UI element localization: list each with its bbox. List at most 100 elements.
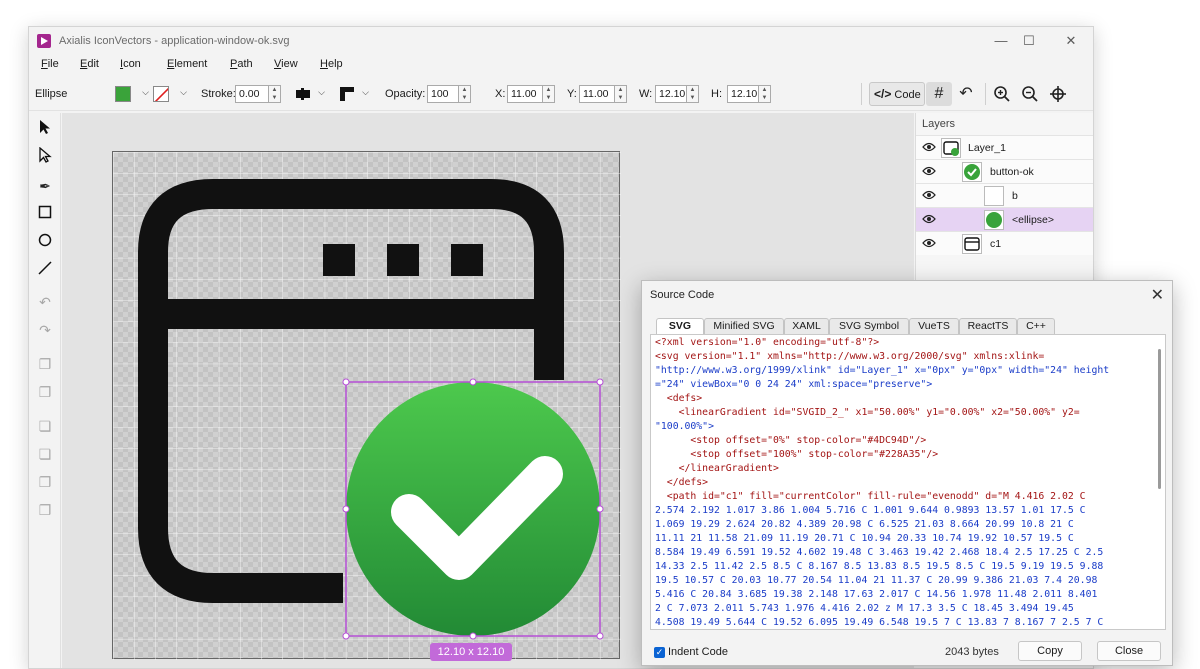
snap-magnet-icon[interactable]: ↶ bbox=[953, 82, 979, 106]
layer-row-ellipse[interactable]: <ellipse> bbox=[916, 207, 1093, 231]
dialog-close-icon[interactable]: ✕ bbox=[1151, 285, 1164, 305]
code-view-button[interactable]: </> Code bbox=[869, 82, 925, 106]
zoom-in-glyph bbox=[994, 86, 1010, 102]
undo-icon[interactable]: ↶ bbox=[34, 291, 56, 313]
properties-toolbar: Ellipse ⌵ ⌵ Stroke: 0.00 ▲ ▼ ⌵ ⌵ Opacity:… bbox=[29, 77, 1093, 111]
ok-badge-icon bbox=[346, 382, 600, 636]
line-join-dropdown[interactable]: ⌵ bbox=[337, 85, 371, 103]
zoom-in-icon[interactable] bbox=[989, 82, 1015, 106]
check-circle-icon bbox=[962, 162, 982, 182]
indent-code-checkbox[interactable]: ✓ bbox=[654, 647, 665, 658]
code-line: 2 C 7.073 2.011 5.743 1.976 4.416 2.02 z… bbox=[655, 603, 1074, 614]
layer-row-b[interactable]: b bbox=[916, 183, 1093, 207]
tab-vuets[interactable]: VueTS bbox=[909, 318, 959, 334]
bring-front-icon[interactable]: ❐ bbox=[34, 353, 56, 375]
code-icon: </> bbox=[874, 87, 892, 101]
height-spinner[interactable]: ▲ ▼ bbox=[759, 85, 771, 103]
layer-name: Layer_1 bbox=[968, 142, 1006, 154]
code-line: "http://www.w3.org/1999/xlink" id="Layer… bbox=[655, 365, 1110, 376]
y-spinner[interactable]: ▲ ▼ bbox=[615, 85, 627, 103]
code-editor[interactable]: <?xml version="1.0" encoding="utf-8"?> <… bbox=[650, 334, 1166, 630]
code-scrollbar[interactable] bbox=[1158, 349, 1161, 489]
ellipse-tool-icon[interactable] bbox=[34, 231, 56, 253]
width-spinner[interactable]: ▲ ▼ bbox=[687, 85, 699, 103]
subtract-icon[interactable]: ❐ bbox=[34, 499, 56, 521]
menu-help[interactable]: Help bbox=[320, 58, 343, 70]
redo-icon[interactable]: ↷ bbox=[34, 319, 56, 341]
menu-edit[interactable]: Edit bbox=[80, 58, 99, 70]
send-back-icon[interactable]: ❐ bbox=[34, 381, 56, 403]
arrow-outline-glyph bbox=[39, 146, 52, 163]
layer-name: <ellipse> bbox=[1012, 214, 1055, 226]
stroke-color-button[interactable]: ⌵ bbox=[153, 85, 189, 103]
layer-row-button-ok[interactable]: button-ok bbox=[916, 159, 1093, 183]
height-label: H: bbox=[711, 88, 722, 100]
code-line: <path id="c1" fill="currentColor" fill-r… bbox=[655, 491, 1086, 502]
eye-icon[interactable] bbox=[922, 141, 936, 153]
copy-button[interactable]: Copy bbox=[1018, 641, 1082, 661]
tab-xaml[interactable]: XAML bbox=[784, 318, 829, 334]
layer-icon bbox=[941, 138, 961, 158]
eye-icon[interactable] bbox=[922, 237, 936, 249]
window-icon bbox=[962, 234, 982, 254]
close-button[interactable]: Close bbox=[1097, 641, 1161, 661]
opacity-input[interactable]: 100 bbox=[427, 85, 459, 103]
code-line: <stop offset="0%" stop-color="#4DC94D"/> bbox=[655, 435, 927, 446]
menu-path[interactable]: Path bbox=[230, 58, 253, 70]
y-input[interactable]: 11.00 bbox=[579, 85, 615, 103]
fill-color-button[interactable]: ⌵ bbox=[115, 85, 151, 103]
eye-icon[interactable] bbox=[922, 213, 936, 225]
app-logo-icon bbox=[37, 34, 51, 48]
ungroup-icon[interactable]: ❏ bbox=[34, 443, 56, 465]
zoom-out-icon[interactable] bbox=[1017, 82, 1043, 106]
line-glyph bbox=[38, 261, 52, 275]
line-cap-icon bbox=[296, 88, 310, 100]
tab-svg[interactable]: SVG bbox=[656, 318, 704, 335]
group-icon[interactable]: ❏ bbox=[34, 415, 56, 437]
opacity-spinner[interactable]: ▲ ▼ bbox=[459, 85, 471, 103]
indent-code-label: Indent Code bbox=[668, 646, 728, 658]
direct-select-tool-icon[interactable] bbox=[34, 146, 56, 169]
ellipse-thumb-glyph bbox=[986, 212, 1002, 228]
no-stroke-icon bbox=[153, 86, 169, 102]
fill-color-swatch bbox=[115, 86, 131, 102]
union-icon[interactable]: ❐ bbox=[34, 471, 56, 493]
chevron-down-icon: ⌵ bbox=[318, 87, 325, 97]
close-window-button[interactable]: ✕ bbox=[1061, 31, 1081, 51]
menu-element[interactable]: Element bbox=[167, 58, 207, 70]
tab-minified-svg[interactable]: Minified SVG bbox=[704, 318, 784, 334]
code-line: 14.33 2.5 11.42 2.5 8.5 C 8.167 8.5 13.8… bbox=[655, 561, 1104, 572]
line-cap-dropdown[interactable]: ⌵ bbox=[293, 85, 327, 103]
stroke-width-input[interactable]: 0.00 bbox=[235, 85, 269, 103]
arrow-filled-glyph bbox=[40, 120, 50, 134]
x-input[interactable]: 11.00 bbox=[507, 85, 543, 103]
ellipse-glyph bbox=[38, 233, 52, 247]
pen-tool-icon[interactable]: ✒ bbox=[34, 175, 56, 197]
rectangle-tool-icon[interactable] bbox=[34, 203, 56, 225]
stroke-spinner[interactable]: ▲ ▼ bbox=[269, 85, 281, 103]
selection-size-badge: 12.10 x 12.10 bbox=[430, 643, 512, 661]
line-tool-icon[interactable] bbox=[34, 259, 56, 281]
layer-name: c1 bbox=[990, 238, 1002, 250]
code-line: 4.508 19.49 5.644 C 19.52 6.095 19.49 6.… bbox=[655, 617, 1104, 628]
width-input[interactable]: 12.10 bbox=[655, 85, 687, 103]
tab-reactts[interactable]: ReactTS bbox=[959, 318, 1017, 334]
maximize-button[interactable]: ☐ bbox=[1019, 31, 1039, 51]
x-spinner[interactable]: ▲ ▼ bbox=[543, 85, 555, 103]
height-input[interactable]: 12.10 bbox=[727, 85, 759, 103]
eye-icon[interactable] bbox=[922, 165, 936, 177]
menu-icon[interactable]: Icon bbox=[120, 58, 141, 70]
menu-file[interactable]: File bbox=[41, 58, 59, 70]
layer-row-c1[interactable]: c1 bbox=[916, 231, 1093, 255]
code-line: 8.584 19.49 6.591 19.52 4.602 19.48 C 3.… bbox=[655, 547, 1104, 558]
tab-cpp[interactable]: C++ bbox=[1017, 318, 1055, 334]
fit-center-icon[interactable] bbox=[1045, 82, 1071, 106]
menu-view[interactable]: View bbox=[274, 58, 298, 70]
icon-canvas[interactable] bbox=[112, 151, 621, 660]
grid-toggle-icon[interactable]: # bbox=[926, 82, 952, 106]
minimize-button[interactable]: — bbox=[991, 31, 1011, 51]
select-tool-icon[interactable] bbox=[34, 119, 56, 141]
eye-icon[interactable] bbox=[922, 189, 936, 201]
layer-row-layer1[interactable]: Layer_1 bbox=[916, 135, 1093, 159]
tab-svg-symbol[interactable]: SVG Symbol bbox=[829, 318, 909, 334]
